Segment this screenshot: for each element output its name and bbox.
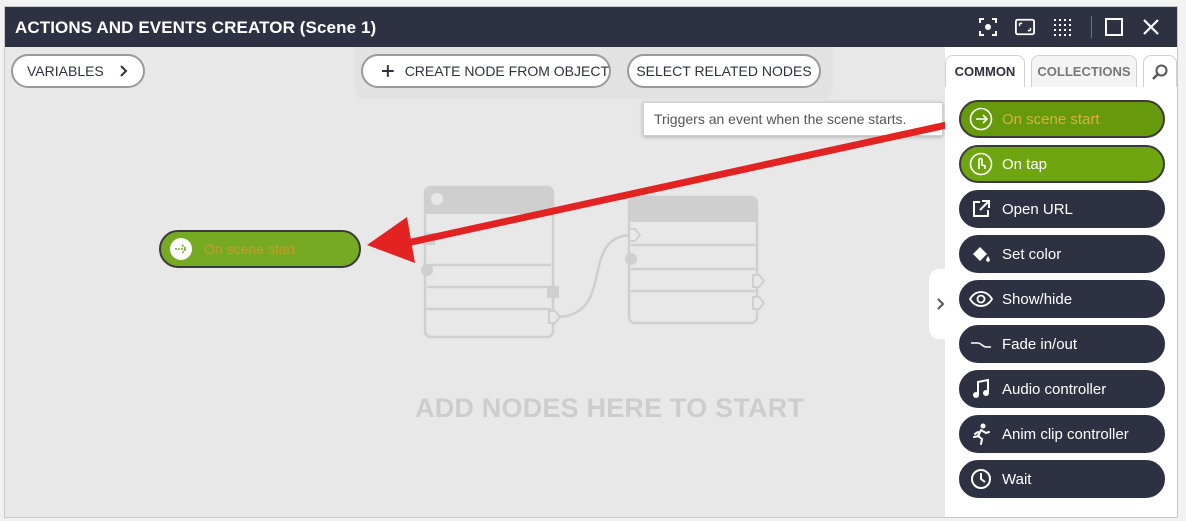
fit-view-icon[interactable]	[1015, 17, 1035, 37]
node-item-label: Wait	[1002, 470, 1032, 488]
clock-icon	[969, 467, 993, 491]
node-item-label: On scene start	[1002, 110, 1100, 128]
node-item-set-color[interactable]: Set color	[959, 235, 1165, 273]
node-item-label: Show/hide	[1002, 290, 1073, 308]
node-item-on-tap[interactable]: On tap	[959, 145, 1165, 183]
node-library-sidebar: COMMON COLLECTIONS On scene start On tap	[945, 47, 1177, 517]
window-title: ACTIONS AND EVENTS CREATOR (Scene 1)	[15, 18, 377, 37]
tap-icon	[969, 152, 993, 176]
tab-common-label: COMMON	[954, 64, 1016, 79]
music-note-icon	[969, 377, 993, 401]
external-link-icon	[969, 197, 993, 221]
fade-curve-icon	[969, 332, 993, 356]
node-item-label: On tap	[1002, 155, 1048, 173]
canvas-node-label: On scene start	[204, 241, 296, 257]
tab-collections-label: COLLECTIONS	[1037, 64, 1131, 79]
select-related-label: SELECT RELATED NODES	[636, 63, 812, 79]
maximize-icon[interactable]	[1104, 17, 1124, 37]
node-item-show-hide[interactable]: Show/hide	[959, 280, 1165, 318]
paint-bucket-icon	[969, 242, 993, 266]
sidebar-search-button[interactable]	[1143, 55, 1177, 87]
chevron-right-icon	[120, 65, 128, 77]
node-item-label: Anim clip controller	[1002, 425, 1129, 443]
empty-canvas-hint: ADD NODES HERE TO START	[415, 393, 805, 423]
node-item-anim-clip-controller[interactable]: Anim clip controller	[959, 415, 1165, 453]
node-item-open-url[interactable]: Open URL	[959, 190, 1165, 228]
actions-events-window: ACTIONS AND EVENTS CREATOR (Scene 1) VAR…	[4, 6, 1178, 518]
focus-icon[interactable]	[978, 17, 998, 37]
node-item-label: Audio controller	[1002, 380, 1107, 398]
enter-icon	[969, 107, 993, 131]
canvas-node-on-scene-start[interactable]: On scene start	[159, 230, 361, 268]
create-node-from-object-button[interactable]: CREATE NODE FROM OBJECT	[361, 54, 611, 88]
variables-button[interactable]: VARIABLES	[11, 54, 145, 88]
plus-icon	[381, 65, 394, 77]
node-item-label: Set color	[1002, 245, 1062, 263]
grid-icon[interactable]	[1052, 17, 1072, 37]
close-icon[interactable]	[1141, 17, 1161, 37]
running-figure-icon	[969, 422, 993, 446]
node-list: On scene start On tap Open URL Set color	[959, 100, 1165, 505]
node-item-label: Open URL	[1002, 200, 1073, 218]
tab-collections[interactable]: COLLECTIONS	[1031, 55, 1137, 87]
red-annotation-arrow	[367, 117, 969, 263]
node-item-wait[interactable]: Wait	[959, 460, 1165, 498]
node-item-fade-in-out[interactable]: Fade in/out	[959, 325, 1165, 363]
titlebar-separator	[1091, 16, 1092, 38]
select-related-nodes-button[interactable]: SELECT RELATED NODES	[627, 54, 821, 88]
variables-label: VARIABLES	[27, 63, 104, 79]
title-bar: ACTIONS AND EVENTS CREATOR (Scene 1)	[5, 7, 1177, 47]
search-icon	[1152, 64, 1168, 80]
eye-icon	[969, 287, 993, 311]
enter-icon	[170, 238, 192, 260]
create-node-label: CREATE NODE FROM OBJECT	[404, 63, 609, 79]
node-item-audio-controller[interactable]: Audio controller	[959, 370, 1165, 408]
node-item-on-scene-start[interactable]: On scene start	[959, 100, 1165, 138]
tab-common[interactable]: COMMON	[945, 55, 1025, 87]
node-item-label: Fade in/out	[1002, 335, 1078, 353]
